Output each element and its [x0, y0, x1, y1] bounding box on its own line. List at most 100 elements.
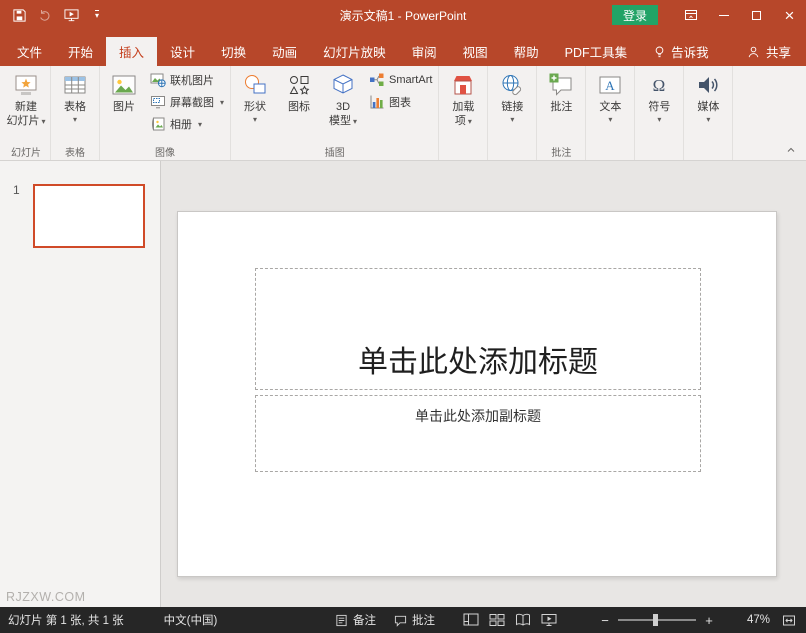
group-label-slides: 幻灯片	[11, 147, 41, 159]
slide-info[interactable]: 幻灯片 第 1 张, 共 1 张	[0, 607, 133, 633]
notes-toggle[interactable]: 备注	[326, 607, 385, 633]
chart-icon	[369, 94, 385, 110]
group-label-images: 图像	[155, 147, 175, 159]
comments-toggle[interactable]: 批注	[385, 607, 444, 633]
ribbon-tab-strip: 文件 开始 插入 设计 切换 动画 幻灯片放映 审阅 视图 帮助 PDF工具集 …	[0, 30, 806, 66]
3d-models-label-2: 模型	[329, 114, 351, 127]
slide-sorter-view-button[interactable]	[484, 607, 510, 633]
addins-button[interactable]: 加载 项 ▾	[441, 68, 485, 129]
caret-down-icon: ▾	[41, 116, 46, 126]
zoom-out-button[interactable]: −	[596, 607, 614, 633]
minimize-icon	[718, 14, 729, 16]
table-button[interactable]: 表格 ▾	[53, 68, 97, 124]
tab-view[interactable]: 视图	[450, 37, 501, 66]
symbol-button[interactable]: Ω 符号 ▾	[637, 68, 681, 124]
tab-animations[interactable]: 动画	[259, 37, 310, 66]
new-comment-button[interactable]: 批注	[539, 68, 583, 115]
media-label: 媒体	[697, 101, 720, 113]
ribbon-group-text: A 文本 ▾	[586, 66, 636, 160]
tab-insert[interactable]: 插入	[106, 37, 158, 66]
table-label: 表格	[64, 101, 86, 113]
close-button[interactable]: ×	[773, 0, 806, 30]
new-slide-button[interactable]: 新建 幻灯片 ▾	[4, 68, 48, 129]
shapes-icon	[242, 70, 268, 100]
zoom-level[interactable]: 47%	[732, 614, 770, 626]
zoom-slider[interactable]	[618, 614, 696, 626]
login-button[interactable]: 登录	[611, 5, 658, 25]
tab-slideshow[interactable]: 幻灯片放映	[310, 37, 399, 66]
comment-bubble-icon	[394, 614, 407, 627]
group-label-symbols	[635, 144, 683, 160]
picture-button[interactable]: 图片	[102, 68, 146, 115]
group-label-comments: 批注	[551, 147, 572, 159]
photo-album-label: 相册	[170, 119, 192, 131]
collapse-ribbon-button[interactable]	[782, 143, 800, 157]
zoom-slider-thumb[interactable]	[653, 614, 659, 626]
language-indicator[interactable]: 中文(中国)	[155, 607, 227, 633]
chart-button[interactable]: 图表	[365, 91, 436, 113]
online-pictures-button[interactable]: 联机图片	[146, 69, 228, 91]
zoom-in-button[interactable]: +	[700, 607, 718, 633]
addins-icon	[450, 70, 476, 100]
3d-models-label-1: 3D	[335, 101, 351, 113]
fit-slide-to-window-button[interactable]	[776, 607, 802, 633]
tab-help[interactable]: 帮助	[501, 37, 552, 66]
online-pictures-icon	[150, 72, 166, 88]
maximize-icon	[752, 10, 761, 20]
maximize-button[interactable]	[740, 0, 773, 30]
new-slide-label-1: 新建	[14, 101, 37, 113]
screenshot-icon	[150, 94, 166, 110]
link-button[interactable]: 链接 ▾	[490, 68, 534, 124]
quick-access-toolbar: ▾	[0, 0, 110, 30]
save-icon	[12, 8, 27, 23]
caret-down-icon: ▾	[353, 116, 358, 126]
save-button[interactable]	[6, 0, 32, 30]
customize-qat-button[interactable]: ▾	[84, 0, 110, 30]
text-button[interactable]: A 文本 ▾	[588, 68, 632, 124]
ribbon-display-options-button[interactable]	[674, 0, 707, 30]
tell-me-box[interactable]: 告诉我	[640, 37, 722, 66]
tab-home[interactable]: 开始	[55, 37, 106, 66]
screenshot-button[interactable]: 屏幕截图 ▾	[146, 91, 228, 113]
icons-button[interactable]: 图标	[277, 68, 321, 115]
title-placeholder[interactable]: 单击此处添加标题	[255, 268, 701, 390]
3d-models-button[interactable]: 3D 模型 ▾	[321, 68, 365, 129]
reading-view-icon	[516, 613, 530, 626]
reading-view-button[interactable]	[510, 607, 536, 633]
undo-button[interactable]	[32, 0, 58, 30]
shapes-button[interactable]: 形状 ▾	[233, 68, 277, 124]
start-slideshow-button[interactable]	[58, 0, 84, 30]
tab-review[interactable]: 审阅	[399, 37, 450, 66]
share-button[interactable]: 共享	[732, 37, 806, 66]
icons-label: 图标	[288, 101, 311, 113]
slideshow-view-button[interactable]	[536, 607, 562, 633]
shapes-label: 形状	[244, 101, 267, 113]
tab-file[interactable]: 文件	[4, 37, 55, 66]
caret-down-icon: ▾	[72, 114, 77, 124]
subtitle-placeholder[interactable]: 单击此处添加副标题	[255, 395, 701, 472]
chart-label: 图表	[389, 97, 412, 109]
ribbon-group-symbols: Ω 符号 ▾	[635, 66, 685, 160]
slide-thumbnail[interactable]	[33, 184, 145, 248]
fit-to-window-icon	[783, 615, 795, 625]
slide-editing-area: 单击此处添加标题 单击此处添加副标题	[161, 161, 806, 607]
tab-design[interactable]: 设计	[157, 37, 208, 66]
slideshow-view-icon	[541, 614, 557, 626]
tab-transitions[interactable]: 切换	[208, 37, 259, 66]
ribbon-group-tables: 表格 ▾ 表格	[51, 66, 100, 160]
new-comment-label: 批注	[550, 101, 573, 113]
person-icon	[747, 45, 760, 59]
tab-pdf-tools[interactable]: PDF工具集	[552, 37, 641, 66]
slide-canvas[interactable]: 单击此处添加标题 单击此处添加副标题	[177, 211, 777, 577]
minimize-button[interactable]	[707, 0, 740, 30]
ribbon-group-images: 图片 联机图片 屏幕截图 ▾ 相册 ▾ 图像	[100, 66, 232, 160]
normal-view-button[interactable]	[458, 607, 484, 633]
svg-text:A: A	[606, 78, 616, 93]
online-pictures-label: 联机图片	[170, 75, 214, 87]
slide-sorter-icon	[489, 614, 505, 626]
smartart-button[interactable]: SmartArt	[365, 69, 436, 91]
photo-album-button[interactable]: 相册 ▾	[146, 113, 228, 135]
media-button[interactable]: 媒体 ▾	[686, 68, 730, 124]
title-bar-controls: 登录 ×	[611, 0, 806, 30]
zoom-controls: − + 47%	[596, 607, 806, 633]
